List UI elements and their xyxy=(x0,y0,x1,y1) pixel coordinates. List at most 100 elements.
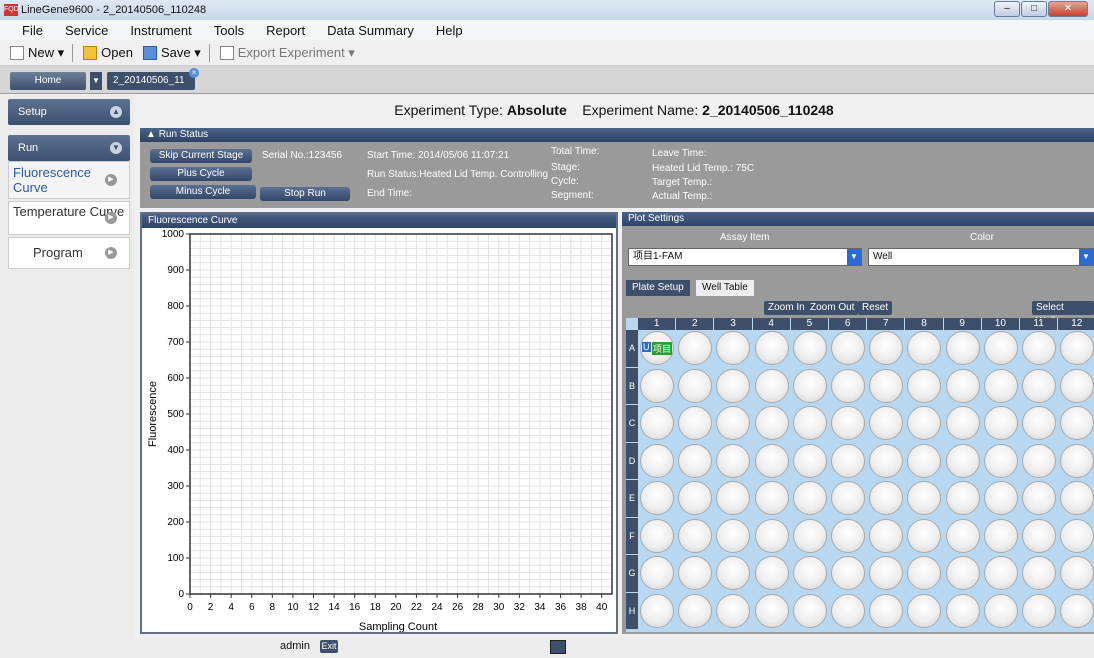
plate-well[interactable] xyxy=(640,518,674,553)
plate-row-header[interactable]: E xyxy=(626,480,638,517)
plate-row-header[interactable]: G xyxy=(626,555,638,592)
plate-well[interactable] xyxy=(945,443,980,478)
plate-well[interactable] xyxy=(869,368,904,403)
plate-well[interactable] xyxy=(869,556,904,590)
menu-file[interactable]: File xyxy=(22,23,43,38)
plate-well[interactable] xyxy=(792,518,827,553)
plate-well[interactable] xyxy=(831,556,865,590)
plate-well[interactable] xyxy=(945,331,980,365)
plate-well[interactable] xyxy=(1022,368,1056,403)
sidebar-run-header[interactable]: Run ▼ xyxy=(8,135,130,161)
home-tab[interactable]: Home xyxy=(10,72,86,90)
minus-cycle-button[interactable]: Minus Cycle xyxy=(150,185,256,199)
plate-column-header[interactable]: 12 xyxy=(1058,318,1094,330)
plate-well[interactable] xyxy=(716,518,751,553)
sidebar-item-fluorescence-curve[interactable]: Fluorescence Curve ▶ xyxy=(8,161,130,199)
plate-well[interactable] xyxy=(1022,556,1056,590)
skip-current-stage-button[interactable]: Skip Current Stage xyxy=(150,149,252,163)
plate-well[interactable] xyxy=(945,368,980,403)
plate-well[interactable] xyxy=(1060,556,1094,590)
plate-row-header[interactable]: D xyxy=(626,442,638,479)
menu-instrument[interactable]: Instrument xyxy=(130,23,191,38)
plate-well[interactable] xyxy=(1022,518,1056,553)
minimize-icon[interactable]: – xyxy=(994,1,1020,17)
plate-well[interactable] xyxy=(678,518,713,553)
plate-well[interactable] xyxy=(754,518,789,553)
plate-well[interactable] xyxy=(640,481,674,515)
plate-column-header[interactable]: 11 xyxy=(1020,318,1058,330)
plate-well[interactable] xyxy=(678,443,713,478)
plate-well[interactable] xyxy=(754,331,789,365)
plate-well[interactable] xyxy=(678,368,713,403)
plate-well[interactable] xyxy=(831,443,865,478)
close-icon[interactable]: ✕ xyxy=(1048,1,1088,17)
plate-well[interactable] xyxy=(907,443,942,478)
plate-well[interactable] xyxy=(640,556,674,590)
plate-well[interactable] xyxy=(716,556,751,590)
color-select[interactable]: Well ▼ xyxy=(868,248,1094,266)
plate-column-header[interactable]: 1 xyxy=(638,318,676,330)
plate-well[interactable] xyxy=(1060,406,1094,440)
plate-well[interactable] xyxy=(754,481,789,515)
plate-well[interactable] xyxy=(716,406,751,440)
plate-well[interactable] xyxy=(716,481,751,515)
plate-well[interactable] xyxy=(869,481,904,515)
close-tab-icon[interactable]: × xyxy=(189,68,199,78)
plate-well[interactable] xyxy=(983,481,1018,515)
plate-well[interactable] xyxy=(678,331,713,365)
run-status-header[interactable]: ▲ Run Status xyxy=(140,128,1094,142)
plate-column-header[interactable]: 8 xyxy=(905,318,943,330)
tab-list-dropdown-icon[interactable]: ▼ xyxy=(90,72,102,90)
plate-well[interactable] xyxy=(792,331,827,365)
plate-column-header[interactable]: 7 xyxy=(867,318,905,330)
plate-well[interactable] xyxy=(1022,481,1056,515)
sidebar-item-program[interactable]: Program ▶ xyxy=(8,237,130,269)
plate-well[interactable] xyxy=(1060,593,1094,628)
plate-well[interactable] xyxy=(945,481,980,515)
plate-well[interactable] xyxy=(945,518,980,553)
experiment-tab[interactable]: 2_20140506_11 × xyxy=(107,68,199,90)
plate-well[interactable] xyxy=(869,593,904,628)
open-button[interactable]: Open xyxy=(83,45,133,60)
plate-well[interactable] xyxy=(983,593,1018,628)
plate-well[interactable] xyxy=(831,481,865,515)
plate-column-header[interactable]: 3 xyxy=(714,318,752,330)
plus-cycle-button[interactable]: Plus Cycle xyxy=(150,167,252,181)
plate-well[interactable] xyxy=(945,593,980,628)
plate-well[interactable] xyxy=(983,518,1018,553)
menu-report[interactable]: Report xyxy=(266,23,305,38)
plate-well[interactable] xyxy=(792,443,827,478)
plate-row-header[interactable]: B xyxy=(626,367,638,404)
tab-well-table[interactable]: Well Table xyxy=(696,280,754,296)
plate-well[interactable] xyxy=(1060,443,1094,478)
plate-well[interactable] xyxy=(754,556,789,590)
plate-well[interactable] xyxy=(678,556,713,590)
sidebar-setup-header[interactable]: Setup ▲ xyxy=(8,99,130,125)
plate-well[interactable] xyxy=(792,556,827,590)
plate-well[interactable] xyxy=(1022,593,1056,628)
plate-well[interactable] xyxy=(716,368,751,403)
plate-well[interactable] xyxy=(716,331,751,365)
plate-well[interactable] xyxy=(792,368,827,403)
plate-well[interactable] xyxy=(869,406,904,440)
reset-button[interactable]: Reset xyxy=(858,301,893,315)
plate-well[interactable] xyxy=(754,406,789,440)
plate-column-header[interactable]: 9 xyxy=(943,318,981,330)
plate-well[interactable] xyxy=(869,331,904,365)
plate-well[interactable] xyxy=(907,406,942,440)
menu-tools[interactable]: Tools xyxy=(214,23,244,38)
plate-well[interactable] xyxy=(1060,481,1094,515)
plate-well[interactable] xyxy=(983,443,1018,478)
plate-well[interactable] xyxy=(640,368,674,403)
plate-well[interactable] xyxy=(792,406,827,440)
plate-well[interactable] xyxy=(831,593,865,628)
plate-column-header[interactable]: 10 xyxy=(981,318,1019,330)
plate-column-header[interactable]: 5 xyxy=(790,318,828,330)
tab-plate-setup[interactable]: Plate Setup xyxy=(626,280,690,296)
assay-item-select[interactable]: 项目1-FAM ▼ xyxy=(628,248,862,266)
plate-well[interactable] xyxy=(640,593,674,628)
plate-well[interactable] xyxy=(983,331,1018,365)
plate-well[interactable] xyxy=(1022,406,1056,440)
plate-well[interactable] xyxy=(716,593,751,628)
plate-well[interactable] xyxy=(907,368,942,403)
